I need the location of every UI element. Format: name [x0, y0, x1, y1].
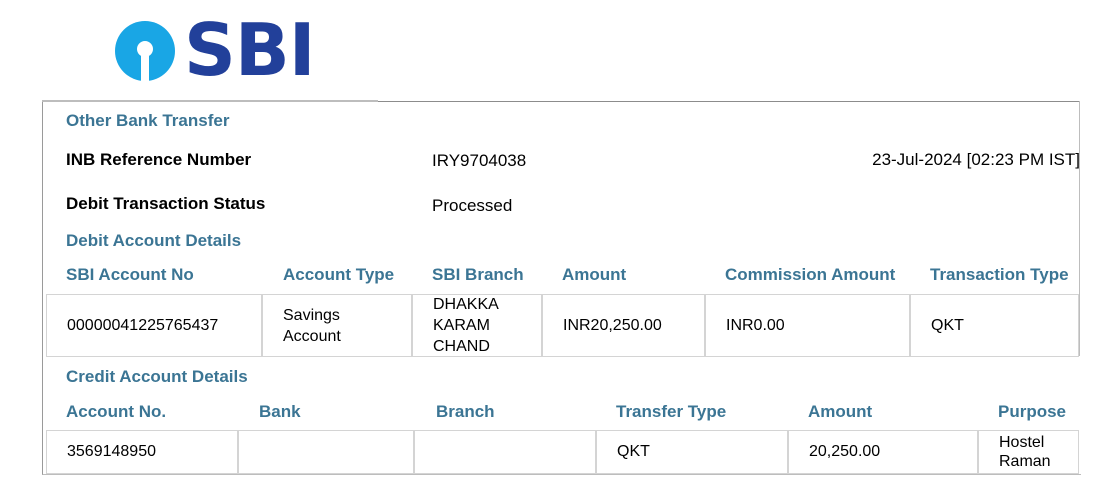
debit-header-transaction-type: Transaction Type: [930, 265, 1069, 284]
credit-section-title: Credit Account Details: [66, 367, 248, 386]
credit-branch: [414, 430, 596, 474]
credit-header-purpose: Purpose: [998, 402, 1067, 421]
credit-amount: 20,250.00: [788, 430, 978, 474]
reference-number-value: IRY9704038: [432, 151, 527, 170]
sbi-logo-text: SBI: [184, 8, 316, 92]
credit-bank: [238, 430, 414, 474]
credit-header-transfer-type: Transfer Type: [616, 402, 727, 421]
credit-header-amount: Amount: [808, 402, 873, 421]
debit-transaction-type: QKT: [910, 294, 1079, 357]
debit-account-type: Savings Account: [262, 294, 412, 357]
credit-header-account-no: Account No.: [66, 402, 167, 421]
credit-header-branch: Branch: [436, 402, 495, 421]
debit-header-branch: SBI Branch: [432, 265, 524, 284]
reference-number-label: INB Reference Number: [66, 150, 252, 169]
debit-section-title: Debit Account Details: [66, 231, 242, 250]
credit-header-bank: Bank: [259, 402, 301, 421]
debit-account-no: 00000041225765437: [46, 294, 262, 357]
debit-commission: INR0.00: [705, 294, 910, 357]
debit-header-commission: Commission Amount: [725, 265, 896, 284]
status-label: Debit Transaction Status: [66, 194, 266, 213]
debit-header-amount: Amount: [562, 265, 627, 284]
credit-purpose: Hostel Raman: [978, 430, 1079, 474]
debit-header-account-type: Account Type: [283, 265, 395, 284]
sbi-keyhole-icon: [115, 21, 175, 82]
transaction-datetime: 23-Jul-2024 [02:23 PM IST]: [872, 150, 1080, 169]
credit-transfer-type: QKT: [596, 430, 788, 474]
section-title: Other Bank Transfer: [66, 111, 230, 130]
credit-account-no: 3569148950: [46, 430, 238, 474]
status-value: Processed: [432, 196, 513, 215]
debit-branch: DHAKKA KARAM CHAND: [412, 294, 542, 357]
sbi-logo: SBI: [114, 14, 316, 86]
debit-header-account-no: SBI Account No: [66, 265, 194, 284]
debit-amount: INR20,250.00: [542, 294, 705, 357]
